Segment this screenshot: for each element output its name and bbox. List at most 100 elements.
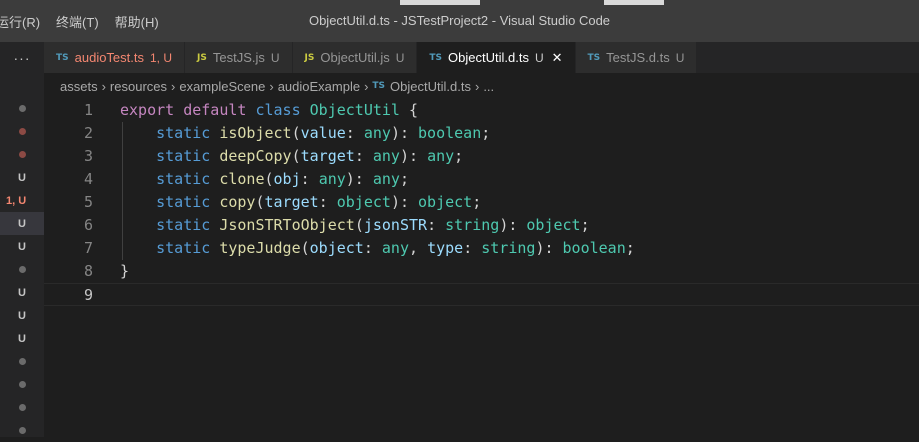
modified-dot-icon[interactable] bbox=[0, 97, 44, 120]
code-line[interactable]: 7 static typeJudge(object: any, type: st… bbox=[44, 237, 919, 260]
breadcrumb-item-resources[interactable]: resources bbox=[110, 79, 167, 94]
code-token: isObject bbox=[219, 124, 292, 142]
code-token: value bbox=[300, 124, 346, 142]
code-token: : bbox=[354, 147, 373, 165]
tab-status-badge: U bbox=[534, 50, 544, 65]
code-token: deepCopy bbox=[219, 147, 292, 165]
code-token: boolean bbox=[562, 239, 626, 257]
breadcrumb-item-audioexample[interactable]: audioExample bbox=[278, 79, 360, 94]
code-token: ( bbox=[264, 170, 274, 188]
code-token: static bbox=[156, 193, 211, 211]
breadcrumb-item-file[interactable]: ObjectUtil.d.ts bbox=[390, 79, 471, 94]
code-text: static deepCopy(target: any): any; bbox=[120, 145, 463, 168]
tab-objectutil-js[interactable]: JS ObjectUtil.js U bbox=[292, 42, 418, 73]
code-token: string bbox=[445, 216, 500, 234]
code-line[interactable]: 5 static copy(target: object): object; bbox=[44, 191, 919, 214]
tab-label: TestJS.d.ts bbox=[606, 50, 670, 65]
code-token: ( bbox=[291, 124, 301, 142]
file-status-item[interactable]: U bbox=[0, 235, 44, 258]
typescript-file-icon: TS bbox=[372, 81, 386, 91]
file-status-item[interactable]: U bbox=[0, 281, 44, 304]
modified-dot-icon[interactable] bbox=[0, 258, 44, 281]
dot-icon bbox=[18, 381, 26, 388]
code-line[interactable]: 3 static deepCopy(target: any): any; bbox=[44, 145, 919, 168]
tab-label: audioTest.ts bbox=[74, 50, 144, 65]
file-status-item[interactable]: U bbox=[0, 304, 44, 327]
menu-help[interactable]: 帮助(H) bbox=[107, 12, 167, 31]
file-status-item[interactable]: U bbox=[0, 166, 44, 189]
background-window-edge bbox=[400, 0, 480, 5]
more-icon[interactable]: ··· bbox=[0, 42, 44, 73]
code-token: ): bbox=[535, 239, 563, 257]
code-token: : bbox=[345, 124, 364, 142]
code-token: ; bbox=[454, 147, 464, 165]
modified-dot-icon[interactable] bbox=[0, 373, 44, 396]
menu-bar: 运行(R) 终端(T) 帮助(H) bbox=[0, 0, 167, 42]
breadcrumb-item-assets[interactable]: assets bbox=[60, 79, 98, 94]
code-line[interactable]: 6 static JsonSTRToObject(jsonSTR: string… bbox=[44, 214, 919, 237]
typescript-file-icon: TS bbox=[587, 52, 601, 63]
code-token: ): bbox=[499, 216, 527, 234]
code-token: any bbox=[363, 124, 391, 142]
tab-testjs-d-ts[interactable]: TS TestJS.d.ts U bbox=[575, 42, 698, 73]
modified-dot-icon[interactable] bbox=[0, 396, 44, 419]
code-token: ; bbox=[472, 193, 482, 211]
code-token: , bbox=[409, 239, 428, 257]
file-status-item[interactable]: 1, U bbox=[0, 189, 44, 212]
code-line[interactable]: 9 bbox=[44, 283, 919, 306]
file-status-label: U bbox=[18, 171, 26, 184]
code-token: : bbox=[427, 216, 446, 234]
file-status-label: U bbox=[18, 309, 26, 322]
menu-run[interactable]: 运行(R) bbox=[0, 12, 48, 31]
code-line[interactable]: 1 export default class ObjectUtil { bbox=[44, 99, 919, 122]
file-status-label: U bbox=[18, 332, 26, 345]
code-token: object bbox=[418, 193, 473, 211]
file-status-item[interactable]: U bbox=[0, 212, 44, 235]
code-token: { bbox=[399, 101, 419, 119]
tab-audiotest-ts[interactable]: TS audioTest.ts 1, U bbox=[44, 42, 186, 73]
code-token: ): bbox=[390, 124, 419, 142]
breadcrumb-item-symbols[interactable]: ... bbox=[483, 79, 494, 94]
code-token: ( bbox=[255, 193, 265, 211]
code-token: ): bbox=[390, 193, 419, 211]
code-token: ; bbox=[625, 239, 635, 257]
code-token: obj bbox=[273, 170, 301, 188]
code-text: static isObject(value: any): boolean; bbox=[120, 122, 490, 145]
chevron-right-icon: › bbox=[101, 78, 106, 94]
tab-testjs-js[interactable]: JS TestJS.js U bbox=[185, 42, 293, 73]
modified-dot-icon[interactable] bbox=[0, 350, 44, 373]
code-line[interactable]: 4 static clone(obj: any): any; bbox=[44, 168, 919, 191]
code-token: string bbox=[481, 239, 536, 257]
modified-dot-icon[interactable] bbox=[0, 143, 44, 166]
code-line[interactable]: 2 static isObject(value: any): boolean; bbox=[44, 122, 919, 145]
menu-terminal[interactable]: 终端(T) bbox=[48, 12, 107, 31]
chevron-right-icon: › bbox=[474, 78, 480, 94]
code-token: boolean bbox=[418, 124, 482, 142]
close-icon[interactable]: ✕ bbox=[552, 50, 563, 66]
code-line[interactable]: 8} bbox=[44, 260, 919, 283]
dot-icon bbox=[18, 427, 26, 434]
code-token: object bbox=[309, 239, 364, 257]
editor-tab-bar: ··· TS audioTest.ts 1, U JS TestJS.js U JS Obje… bbox=[0, 42, 919, 73]
modified-dot-icon[interactable] bbox=[0, 120, 44, 143]
tab-objectutil-d-ts[interactable]: TS ObjectUtil.d.ts U ✕ bbox=[417, 42, 576, 73]
code-token: static bbox=[156, 147, 211, 165]
dot-icon bbox=[18, 404, 26, 411]
line-number: 7 bbox=[83, 239, 93, 257]
line-number: 6 bbox=[83, 216, 93, 234]
code-editor[interactable]: 1 export default class ObjectUtil {2 stat… bbox=[44, 99, 919, 437]
file-status-item[interactable]: U bbox=[0, 327, 44, 350]
breadcrumb-item-examplescene[interactable]: exampleScene bbox=[179, 79, 265, 94]
background-window-edge bbox=[604, 0, 664, 5]
code-token: target bbox=[300, 147, 355, 165]
line-number: 4 bbox=[83, 170, 93, 188]
modified-dot-icon[interactable] bbox=[0, 419, 44, 442]
code-text: static typeJudge(object: any, type: stri… bbox=[120, 237, 635, 260]
